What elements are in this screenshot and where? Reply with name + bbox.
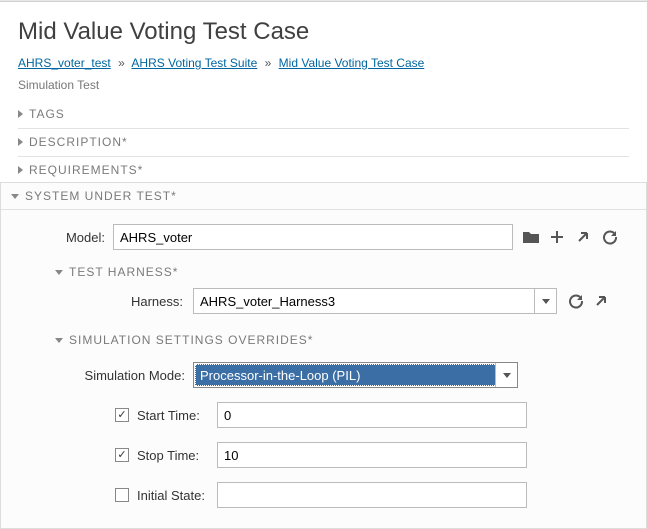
breadcrumb-suite[interactable]: AHRS Voting Test Suite [131, 56, 257, 70]
check-icon: ✓ [117, 450, 126, 461]
section-test-harness[interactable]: TEST HARNESS* [55, 262, 636, 282]
section-description-label: DESCRIPTION* [29, 135, 128, 149]
harness-select[interactable] [193, 288, 557, 314]
test-subtype: Simulation Test [18, 78, 629, 92]
page-title: Mid Value Voting Test Case [18, 18, 629, 46]
section-sut-label: SYSTEM UNDER TEST* [25, 189, 177, 203]
model-input[interactable] [113, 224, 513, 250]
breadcrumb-sep: » [265, 56, 272, 70]
breadcrumb-sep: » [118, 56, 125, 70]
breadcrumb: AHRS_voter_test » AHRS Voting Test Suite… [18, 56, 629, 70]
harness-label: Harness: [115, 294, 183, 309]
stop-time-input[interactable] [217, 442, 527, 468]
section-tags-label: TAGS [29, 107, 65, 121]
initial-state-row: Initial State: [115, 482, 636, 508]
section-sim-overrides[interactable]: SIMULATION SETTINGS OVERRIDES* [55, 328, 636, 352]
stop-time-checkbox[interactable]: ✓ [115, 448, 129, 462]
harness-dropdown-caret[interactable] [534, 289, 556, 313]
section-sim-overrides-label: SIMULATION SETTINGS OVERRIDES* [69, 333, 313, 347]
breadcrumb-root[interactable]: AHRS_voter_test [18, 56, 111, 70]
refresh-icon[interactable] [601, 229, 617, 245]
stop-time-row: ✓ Stop Time: [115, 442, 636, 468]
breadcrumb-case[interactable]: Mid Value Voting Test Case [279, 56, 425, 70]
check-icon: ✓ [117, 410, 126, 421]
start-time-row: ✓ Start Time: [115, 402, 636, 428]
model-label: Model: [45, 230, 105, 245]
open-external-icon[interactable] [593, 293, 609, 309]
start-time-input[interactable] [217, 402, 527, 428]
sim-mode-value: Processor-in-the-Loop (PIL) [195, 364, 495, 386]
harness-input[interactable] [194, 289, 534, 313]
sim-mode-caret[interactable] [495, 363, 517, 387]
chevron-down-icon [55, 270, 63, 275]
chevron-right-icon [18, 166, 23, 174]
system-under-test-panel: SYSTEM UNDER TEST* Model: TEST HARNESS* … [0, 182, 647, 529]
initial-state-label: Initial State: [137, 488, 209, 503]
chevron-down-icon [11, 194, 19, 199]
open-external-icon[interactable] [575, 229, 591, 245]
chevron-right-icon [18, 110, 23, 118]
sim-mode-row: Simulation Mode: Processor-in-the-Loop (… [75, 362, 636, 388]
start-time-label: Start Time: [137, 408, 209, 423]
model-row: Model: [45, 224, 636, 250]
section-requirements[interactable]: REQUIREMENTS* [18, 156, 629, 182]
harness-row: Harness: [115, 288, 636, 314]
caret-down-icon [542, 299, 550, 304]
initial-state-input[interactable] [217, 482, 527, 508]
section-system-under-test[interactable]: SYSTEM UNDER TEST* [1, 183, 646, 210]
chevron-down-icon [55, 338, 63, 343]
chevron-right-icon [18, 138, 23, 146]
section-harness-label: TEST HARNESS* [69, 265, 178, 279]
section-requirements-label: REQUIREMENTS* [29, 163, 143, 177]
initial-state-checkbox[interactable] [115, 488, 129, 502]
start-time-checkbox[interactable]: ✓ [115, 408, 129, 422]
refresh-icon[interactable] [567, 293, 583, 309]
sim-mode-select[interactable]: Processor-in-the-Loop (PIL) [193, 362, 518, 388]
caret-down-icon [503, 373, 511, 378]
sim-mode-label: Simulation Mode: [75, 368, 185, 383]
folder-icon[interactable] [523, 229, 539, 245]
add-model-icon[interactable] [549, 229, 565, 245]
section-tags[interactable]: TAGS [18, 102, 629, 126]
stop-time-label: Stop Time: [137, 448, 209, 463]
section-description[interactable]: DESCRIPTION* [18, 128, 629, 154]
